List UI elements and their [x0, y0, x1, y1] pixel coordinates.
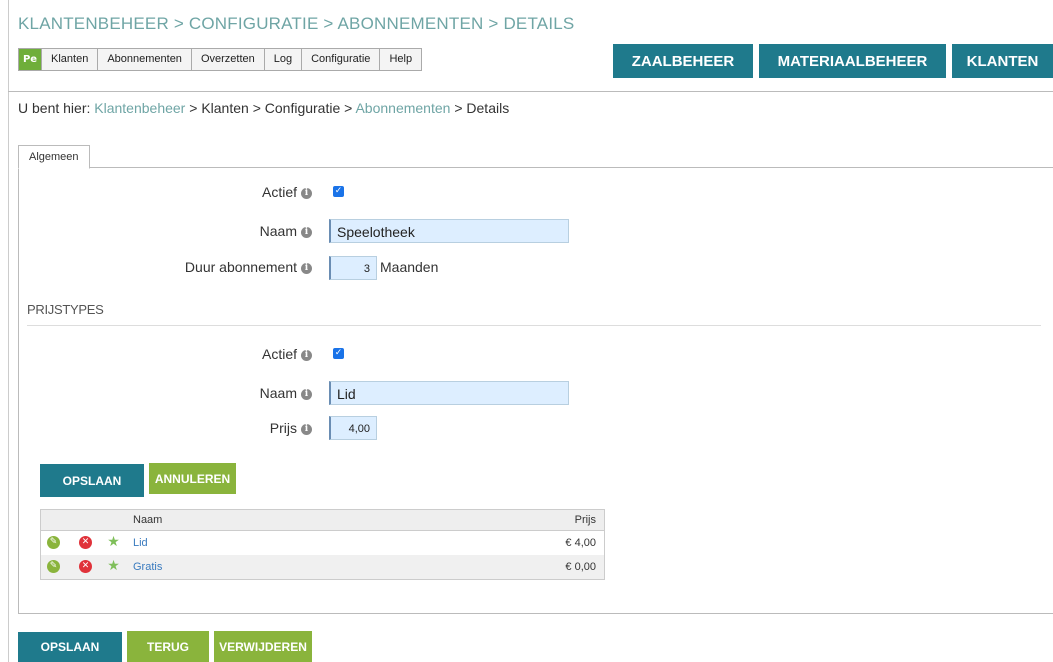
page-title: KLANTENBEHEER > CONFIGURATIE > ABONNEMEN…	[18, 14, 575, 33]
prijstype-actief-label: Actief i	[200, 346, 312, 362]
delete-button[interactable]: VERWIJDEREN	[214, 631, 312, 662]
tab-algemeen[interactable]: Algemeen	[18, 145, 90, 169]
breadcrumb-klantenbeheer[interactable]: Klantenbeheer	[94, 100, 185, 116]
edit-icon[interactable]: ✎	[47, 536, 60, 549]
menu-item-help[interactable]: Help	[380, 49, 421, 70]
duur-input[interactable]: 3	[329, 256, 377, 280]
breadcrumb-sep: >	[344, 100, 353, 116]
info-icon: i	[301, 350, 312, 361]
info-icon: i	[301, 227, 312, 238]
prijs-input[interactable]: 4,00	[329, 416, 377, 440]
duur-label: Duur abonnement i	[150, 259, 312, 275]
duur-label-text: Duur abonnement	[184, 259, 297, 275]
star-icon[interactable]: ★	[107, 535, 120, 549]
menu-item-overzetten[interactable]: Overzetten	[192, 49, 265, 70]
app-logo: Pe	[19, 49, 42, 70]
info-icon: i	[301, 424, 312, 435]
header-divider	[8, 91, 1053, 92]
info-icon: i	[301, 389, 312, 400]
menu-item-abonnementen[interactable]: Abonnementen	[98, 49, 192, 70]
prijstype-naam-label-text: Naam	[259, 385, 297, 401]
back-button[interactable]: TERUG	[127, 631, 209, 662]
naam-label: Naam i	[200, 223, 312, 239]
prijstypes-table: Naam Prijs ✎ ✕ ★ Lid € 4,00 ✎ ✕ ★ Gratis…	[40, 509, 605, 580]
edit-icon[interactable]: ✎	[47, 560, 60, 573]
prijstype-actief-checkbox[interactable]: ✓	[333, 348, 344, 359]
duur-unit: Maanden	[380, 259, 439, 275]
materiaalbeheer-button[interactable]: MATERIAALBEHEER	[759, 44, 946, 78]
row-prijs: € 0,00	[565, 561, 596, 573]
save-button[interactable]: OPSLAAN	[18, 632, 122, 662]
prijstype-cancel-button[interactable]: ANNULEREN	[149, 463, 236, 494]
naam-input[interactable]: Speelotheek	[329, 219, 569, 243]
breadcrumb: U bent hier: Klantenbeheer > Klanten > C…	[18, 100, 509, 116]
row-prijs: € 4,00	[565, 537, 596, 549]
breadcrumb-prefix: U bent hier:	[18, 100, 91, 116]
info-icon: i	[301, 263, 312, 274]
star-icon[interactable]: ★	[107, 559, 120, 573]
prijstype-actief-label-text: Actief	[261, 346, 297, 362]
menu-item-klanten[interactable]: Klanten	[42, 49, 99, 70]
zaalbeheer-button[interactable]: ZAALBEHEER	[613, 44, 753, 78]
table-row: ✎ ✕ ★ Lid € 4,00	[41, 531, 604, 555]
prijstypes-title: PRIJSTYPES	[27, 302, 104, 317]
klanten-button[interactable]: KLANTEN	[952, 44, 1053, 78]
breadcrumb-sep: >	[454, 100, 463, 116]
actief-label: Actief i	[200, 184, 312, 200]
table-row: ✎ ✕ ★ Gratis € 0,00	[41, 555, 604, 579]
breadcrumb-abonnementen[interactable]: Abonnementen	[355, 100, 450, 116]
column-header-prijs[interactable]: Prijs	[575, 514, 596, 526]
delete-icon[interactable]: ✕	[79, 536, 92, 549]
prijstype-naam-input[interactable]: Lid	[329, 381, 569, 405]
prijs-label: Prijs i	[200, 420, 312, 436]
row-naam-link[interactable]: Gratis	[133, 561, 162, 573]
breadcrumb-sep: >	[189, 100, 198, 116]
delete-icon[interactable]: ✕	[79, 560, 92, 573]
prijs-label-text: Prijs	[269, 420, 297, 436]
naam-label-text: Naam	[259, 223, 297, 239]
actief-label-text: Actief	[261, 184, 297, 200]
section-divider	[27, 325, 1041, 326]
prijstype-naam-label: Naam i	[200, 385, 312, 401]
column-header-naam[interactable]: Naam	[133, 514, 162, 526]
row-naam-link[interactable]: Lid	[133, 537, 148, 549]
table-header: Naam Prijs	[41, 510, 604, 531]
breadcrumb-sep: >	[252, 100, 261, 116]
breadcrumb-klanten: Klanten	[201, 100, 249, 116]
menu-item-configuratie[interactable]: Configuratie	[302, 49, 381, 70]
breadcrumb-configuratie: Configuratie	[264, 100, 341, 116]
prijstype-save-button[interactable]: OPSLAAN	[40, 464, 144, 497]
menu-item-log[interactable]: Log	[265, 49, 303, 70]
info-icon: i	[301, 188, 312, 199]
breadcrumb-details: Details	[466, 100, 510, 116]
actief-checkbox[interactable]: ✓	[333, 186, 344, 197]
main-menu: Pe Klanten Abonnementen Overzetten Log C…	[18, 48, 423, 71]
